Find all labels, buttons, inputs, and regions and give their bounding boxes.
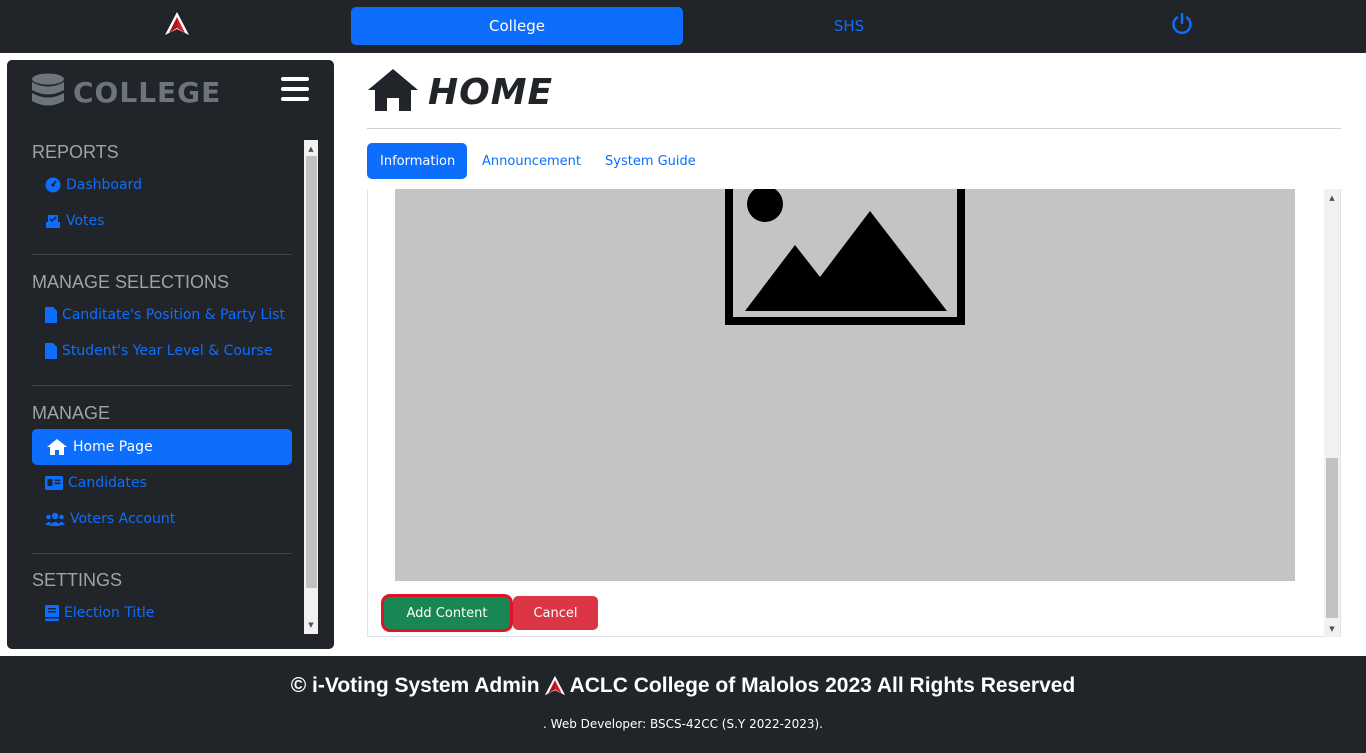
footer: © i-Voting System Admin ACLC College of … — [0, 656, 1366, 753]
aclc-logo-icon — [544, 675, 565, 696]
cancel-button[interactable]: Cancel — [513, 596, 598, 630]
sidebar-item-votes[interactable]: Votes — [45, 213, 104, 229]
sidebar-item-label: Dashboard — [66, 177, 142, 193]
sidebar-scroll-down-icon[interactable]: ▼ — [304, 618, 318, 632]
book-icon — [45, 605, 59, 621]
users-icon — [45, 512, 65, 526]
sidebar-divider — [32, 553, 292, 554]
sidebar-scroll-up-icon[interactable]: ▲ — [304, 142, 318, 156]
file-icon — [45, 307, 57, 323]
sidebar-divider — [32, 254, 292, 255]
sidebar-item-label: Candidates — [68, 475, 147, 491]
title-divider — [367, 128, 1341, 129]
section-manage: MANAGE — [32, 403, 111, 423]
content-scroll-down-icon[interactable]: ▼ — [1324, 621, 1340, 637]
sidebar-item-home-page[interactable]: Home Page — [32, 429, 292, 465]
aclc-logo-icon[interactable] — [164, 11, 190, 37]
sidebar-divider — [32, 385, 292, 386]
sidebar-scrollbar-thumb[interactable] — [306, 156, 317, 588]
sidebar-brand: COLLEGE — [31, 73, 221, 111]
id-card-icon — [45, 476, 63, 490]
database-icon — [32, 73, 64, 106]
sidebar-item-label: Voters Account — [70, 511, 176, 527]
tab-announcement[interactable]: Announcement — [482, 143, 581, 179]
tab-system-guide[interactable]: System Guide — [605, 143, 696, 179]
content-scrollbar-thumb[interactable] — [1326, 458, 1338, 618]
sidebar-item-voters-account[interactable]: Voters Account — [45, 511, 175, 527]
section-reports: REPORTS — [32, 142, 119, 162]
home-title-icon — [368, 69, 418, 111]
shs-tab-button[interactable]: SHS — [683, 7, 1015, 45]
power-logout-icon[interactable] — [1170, 12, 1194, 36]
top-navbar: College SHS — [0, 0, 1366, 53]
sidebar-brand-title: COLLEGE — [73, 75, 222, 109]
add-content-button[interactable]: Add Content — [381, 594, 513, 632]
sidebar-item-label: Votes — [66, 213, 105, 229]
sidebar-item-election-title[interactable]: Election Title — [45, 605, 154, 621]
sidebar: COLLEGE REPORTS Dashboard Votes MANAGE S… — [7, 60, 334, 649]
footer-copyright-prefix: © i-Voting System Admin — [290, 674, 540, 697]
sidebar-item-position-party[interactable]: Canditate's Position & Party List — [45, 307, 285, 323]
footer-copyright-suffix: ACLC College of Malolos 2023 All Rights … — [569, 674, 1076, 697]
file-icon — [45, 343, 57, 359]
menu-toggle-icon[interactable] — [281, 77, 309, 101]
college-tab-button[interactable]: College — [351, 7, 683, 45]
tab-information[interactable]: Information — [367, 143, 467, 179]
footer-developer: . Web Developer: BSCS-42CC (S.Y 2022-202… — [543, 717, 823, 731]
sidebar-item-label: Canditate's Position & Party List — [62, 307, 285, 323]
section-settings: SETTINGS — [32, 570, 123, 590]
content-scroll-up-icon[interactable]: ▲ — [1324, 190, 1340, 206]
page-title: HOME — [428, 72, 554, 113]
gauge-icon — [45, 177, 61, 193]
image-placeholder-icon — [725, 189, 965, 325]
sidebar-item-label: Election Title — [64, 605, 155, 621]
home-icon — [47, 439, 67, 455]
image-preview — [395, 189, 1295, 581]
vote-box-icon — [46, 214, 60, 228]
sidebar-item-candidates[interactable]: Candidates — [45, 475, 147, 491]
sidebar-item-year-course[interactable]: Student's Year Level & Course — [45, 343, 272, 359]
section-manage-selections: MANAGE SELECTIONS — [32, 272, 230, 292]
sidebar-item-dashboard[interactable]: Dashboard — [45, 177, 142, 193]
sidebar-item-label: Student's Year Level & Course — [62, 343, 273, 359]
footer-copyright: © i-Voting System Admin ACLC College of … — [0, 674, 1366, 698]
sidebar-item-label: Home Page — [73, 439, 153, 455]
